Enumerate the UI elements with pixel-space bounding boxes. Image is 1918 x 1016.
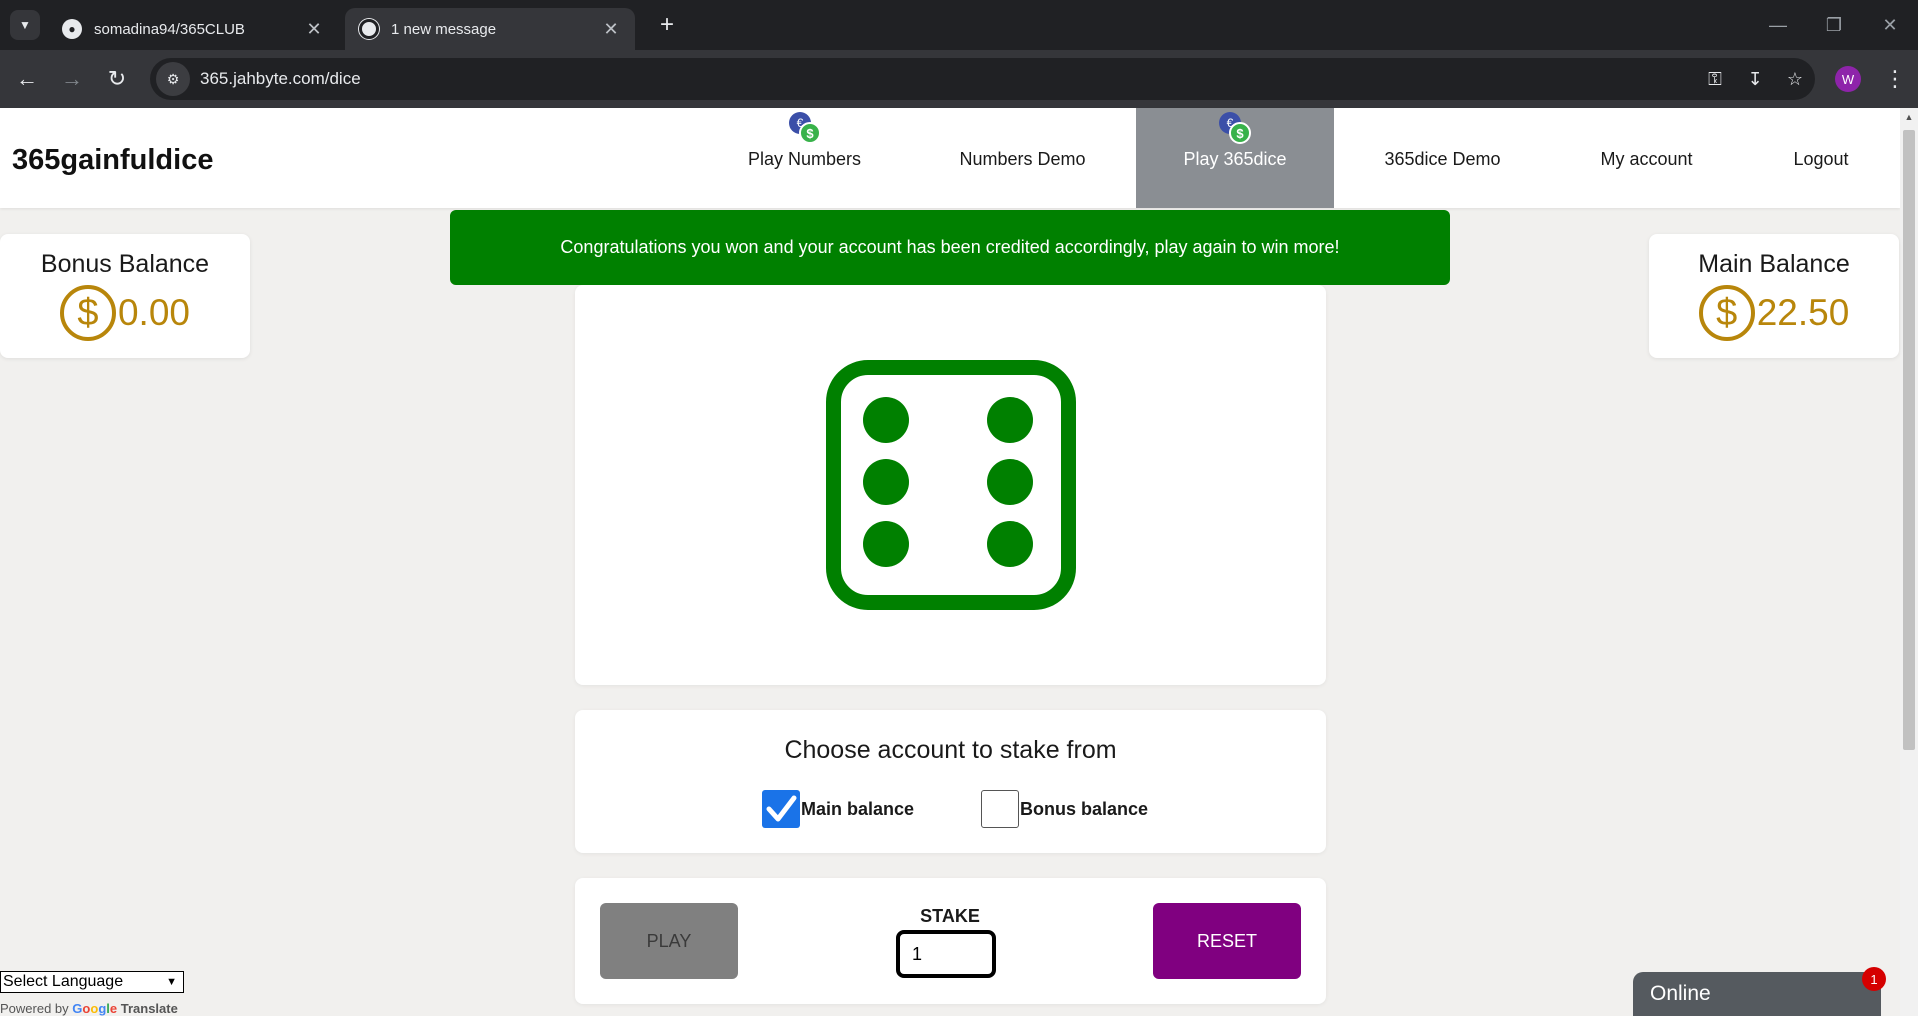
address-bar[interactable]: ⚙ 365.jahbyte.com/dice ⚿ ↧ ☆	[150, 58, 1815, 100]
reset-button[interactable]: RESET	[1153, 903, 1301, 979]
close-window-icon[interactable]: ✕	[1870, 10, 1910, 40]
stake-label: STAKE	[920, 906, 980, 926]
dice-panel	[575, 285, 1326, 685]
bookmark-star-icon[interactable]: ☆	[1775, 69, 1815, 90]
tab-title: 1 new message	[391, 20, 497, 38]
nav-play-365dice[interactable]: € $ Play 365dice	[1136, 108, 1334, 208]
dice-pip	[863, 459, 909, 505]
play-controls-panel: PLAY STAKE RESET	[575, 878, 1326, 1004]
dice-pip	[987, 397, 1033, 443]
nav-label: Play Numbers	[747, 149, 862, 169]
coin-exchange-icon: € $	[1219, 112, 1251, 144]
back-arrow-icon[interactable]: ←	[10, 62, 44, 96]
chevron-down-icon: ▼	[166, 976, 177, 988]
nav-logout[interactable]: Logout	[1750, 108, 1892, 208]
browser-tab-github[interactable]: ● somadina94/365CLUB ✕	[48, 8, 338, 50]
dice-pip	[863, 521, 909, 567]
scrollbar-thumb[interactable]	[1903, 130, 1915, 750]
site-header: 365gainfuldice € $ Play Numbers Numbers D…	[0, 108, 1900, 208]
bonus-balance-option-label[interactable]: Bonus balance	[1020, 799, 1148, 820]
powered-by-google-translate: Powered by Google Translate	[0, 1001, 178, 1016]
browser-toolbar: ← → ↻ ⚙ 365.jahbyte.com/dice ⚿ ↧ ☆ W ⋮	[0, 50, 1918, 108]
main-balance-card: Main Balance $ 22.50	[1649, 234, 1899, 358]
tab-search-chevron-icon[interactable]: ▼	[10, 10, 40, 40]
scroll-up-arrow-icon[interactable]: ▲	[1900, 108, 1918, 126]
browser-tab-active[interactable]: 1 new message ✕	[345, 8, 635, 50]
forward-arrow-icon[interactable]: →	[55, 62, 89, 96]
nav-label: Numbers Demo	[959, 149, 1086, 169]
browser-tab-bar: ▼ ● somadina94/365CLUB ✕ 1 new message ✕…	[0, 0, 1918, 50]
language-select[interactable]: Select Language ▼	[0, 971, 184, 993]
site-favicon-icon	[359, 19, 379, 39]
browser-menu-icon[interactable]: ⋮	[1880, 64, 1910, 94]
nav-label: My account	[1600, 149, 1693, 169]
powered-by-text: Powered by	[0, 1001, 69, 1016]
live-chat-widget[interactable]: Online	[1633, 972, 1881, 1016]
stake-account-panel: Choose account to stake from Main balanc…	[575, 710, 1326, 853]
dice-pip	[987, 459, 1033, 505]
new-tab-button[interactable]: +	[652, 10, 682, 40]
profile-avatar[interactable]: W	[1835, 66, 1861, 92]
main-balance-checkbox[interactable]	[762, 790, 800, 828]
dollar-coin-icon: $	[59, 285, 116, 341]
dollar-coin-icon: $	[1698, 285, 1755, 341]
restore-window-icon[interactable]: ❐	[1814, 10, 1854, 40]
main-balance-option-label[interactable]: Main balance	[801, 799, 914, 820]
chat-unread-badge: 1	[1862, 967, 1886, 991]
nav-numbers-demo[interactable]: Numbers Demo	[935, 108, 1110, 208]
nav-play-numbers[interactable]: € $ Play Numbers	[728, 108, 881, 208]
play-button[interactable]: PLAY	[600, 903, 738, 979]
stake-input[interactable]	[896, 930, 996, 978]
nav-label: 365dice Demo	[1384, 149, 1501, 169]
nav-label: Play 365dice	[1183, 149, 1287, 169]
close-tab-icon[interactable]: ✕	[304, 19, 324, 40]
url-text[interactable]: 365.jahbyte.com/dice	[200, 69, 1695, 89]
translate-link[interactable]: Translate	[121, 1001, 178, 1016]
page-scrollbar[interactable]: ▲	[1900, 108, 1918, 1016]
checkmark-icon	[766, 795, 797, 822]
bonus-balance-checkbox[interactable]	[981, 790, 1019, 828]
tab-title: somadina94/365CLUB	[94, 20, 245, 38]
nav-365dice-demo[interactable]: 365dice Demo	[1370, 108, 1515, 208]
coin-exchange-icon: € $	[789, 112, 821, 144]
site-brand[interactable]: 365gainfuldice	[12, 144, 213, 177]
nav-my-account[interactable]: My account	[1583, 108, 1710, 208]
main-balance-amount: 22.50	[1756, 292, 1850, 333]
minimize-window-icon[interactable]: —	[1758, 10, 1798, 40]
bonus-balance-card: Bonus Balance $ 0.00	[0, 234, 250, 358]
dice-pip	[987, 521, 1033, 567]
main-balance-label: Main Balance	[1698, 250, 1850, 278]
nav-label: Logout	[1793, 149, 1849, 169]
reload-icon[interactable]: ↻	[100, 62, 134, 96]
language-select-value: Select Language	[3, 973, 124, 990]
bonus-balance-label: Bonus Balance	[40, 250, 210, 278]
install-app-icon[interactable]: ↧	[1735, 69, 1775, 90]
close-tab-icon[interactable]: ✕	[601, 19, 621, 40]
dice-six-icon	[826, 360, 1076, 610]
win-alert: Congratulations you won and your account…	[450, 210, 1450, 285]
github-icon: ●	[62, 19, 82, 39]
google-logo[interactable]: Google	[72, 1001, 117, 1016]
stake-account-heading: Choose account to stake from	[784, 736, 1117, 764]
bonus-balance-amount: 0.00	[117, 292, 190, 333]
dice-pip	[863, 397, 909, 443]
site-info-icon[interactable]: ⚙	[156, 62, 190, 96]
password-key-icon[interactable]: ⚿	[1695, 69, 1735, 90]
chat-status: Online	[1650, 982, 1711, 1005]
